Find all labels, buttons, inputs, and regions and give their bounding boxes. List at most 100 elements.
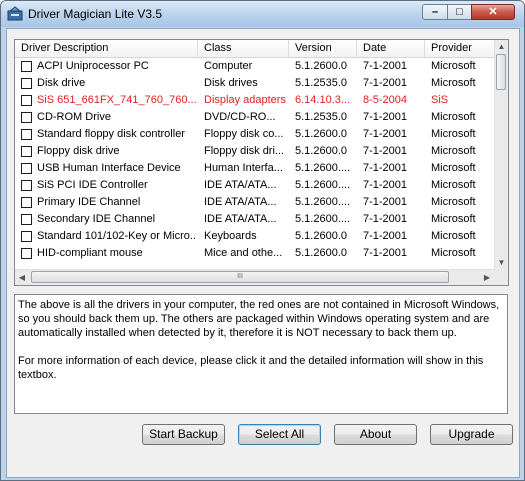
- cell-description: SiS PCI IDE Controller: [37, 179, 148, 191]
- cell-class: IDE ATA/ATA...: [204, 213, 277, 225]
- table-row[interactable]: SiS 651_661FX_741_760_760... Display adap…: [15, 92, 495, 109]
- cell-class: Floppy disk co...: [204, 128, 284, 140]
- cell-provider: Microsoft: [431, 128, 476, 140]
- info-textbox[interactable]: The above is all the drivers in your com…: [14, 294, 508, 414]
- table-row[interactable]: Disk drive Disk drives 5.1.2535.0 7-1-2001 M…: [15, 75, 495, 92]
- table-row[interactable]: ACPI Uniprocessor PC Computer 5.1.2600.0 7-…: [15, 58, 495, 75]
- info-paragraph-2: For more information of each device, ple…: [18, 355, 484, 381]
- cell-date: 7-1-2001: [363, 179, 408, 191]
- upgrade-button[interactable]: Upgrade: [430, 424, 513, 445]
- row-checkbox[interactable]: [21, 129, 32, 140]
- column-header-version[interactable]: Version: [289, 40, 357, 57]
- scroll-down-icon[interactable]: ▼: [495, 256, 508, 269]
- column-header-provider[interactable]: Provider: [425, 40, 495, 57]
- row-checkbox[interactable]: [21, 163, 32, 174]
- app-window: Driver Magician Lite V3.5 – □ ✕ Driver D…: [0, 0, 525, 481]
- cell-date: 7-1-2001: [363, 247, 408, 259]
- table-row[interactable]: Floppy disk drive Floppy disk dri... 5.1.2…: [15, 143, 495, 160]
- cell-class: DVD/CD-RO...: [204, 111, 276, 123]
- cell-description: SiS 651_661FX_741_760_760...: [37, 94, 197, 106]
- app-icon: [7, 6, 23, 21]
- table-row[interactable]: Secondary IDE Channel IDE ATA/ATA... 5.1.2…: [15, 211, 495, 228]
- row-checkbox[interactable]: [21, 248, 32, 259]
- scroll-right-icon[interactable]: ▶: [480, 271, 494, 284]
- start-backup-button[interactable]: Start Backup: [142, 424, 225, 445]
- cell-version: 5.1.2600....: [295, 213, 351, 225]
- cell-description: Standard floppy disk controller: [37, 128, 185, 140]
- cell-version: 5.1.2535.0: [295, 77, 347, 89]
- cell-date: 7-1-2001: [363, 145, 408, 157]
- cell-class: Mice and othe...: [204, 247, 283, 259]
- scroll-up-icon[interactable]: ▲: [495, 40, 508, 53]
- cell-provider: Microsoft: [431, 179, 476, 191]
- cell-class: Keyboards: [204, 230, 257, 242]
- client-area: Driver Description Class Version Date Pr…: [6, 28, 520, 478]
- cell-version: 5.1.2600.0: [295, 247, 347, 259]
- cell-class: Computer: [204, 60, 253, 72]
- table-row[interactable]: CD-ROM Drive DVD/CD-RO... 5.1.2535.0 7-1-20…: [15, 109, 495, 126]
- cell-date: 7-1-2001: [363, 230, 408, 242]
- close-icon: ✕: [488, 6, 498, 18]
- scroll-left-icon[interactable]: ◀: [15, 271, 29, 284]
- table-row[interactable]: Primary IDE Channel IDE ATA/ATA... 5.1.260…: [15, 194, 495, 211]
- cell-provider: Microsoft: [431, 77, 476, 89]
- cell-version: 5.1.2535.0: [295, 111, 347, 123]
- horizontal-scrollbar[interactable]: ◀ III ▶: [15, 269, 494, 285]
- cell-provider: Microsoft: [431, 247, 476, 259]
- maximize-button[interactable]: □: [447, 4, 472, 20]
- row-checkbox[interactable]: [21, 78, 32, 89]
- cell-version: 5.1.2600.0: [295, 230, 347, 242]
- cell-version: 5.1.2600.0: [295, 145, 347, 157]
- scrollbar-corner: [494, 269, 508, 285]
- row-checkbox[interactable]: [21, 180, 32, 191]
- about-button[interactable]: About: [334, 424, 417, 445]
- column-header-description[interactable]: Driver Description: [15, 40, 198, 57]
- minimize-button[interactable]: –: [422, 4, 448, 20]
- row-checkbox[interactable]: [21, 95, 32, 106]
- cell-description: Secondary IDE Channel: [37, 213, 156, 225]
- column-header-class[interactable]: Class: [198, 40, 289, 57]
- cell-description: Standard 101/102-Key or Micro...: [37, 230, 197, 242]
- cell-class: Floppy disk dri...: [204, 145, 285, 157]
- cell-provider: Microsoft: [431, 196, 476, 208]
- row-checkbox[interactable]: [21, 214, 32, 225]
- window-title: Driver Magician Lite V3.5: [28, 7, 163, 21]
- row-checkbox[interactable]: [21, 197, 32, 208]
- cell-provider: Microsoft: [431, 230, 476, 242]
- cell-description: HID-compliant mouse: [37, 247, 143, 259]
- title-bar[interactable]: Driver Magician Lite V3.5 – □ ✕: [1, 1, 524, 27]
- cell-version: 5.1.2600....: [295, 162, 351, 174]
- close-button[interactable]: ✕: [471, 4, 515, 20]
- list-header: Driver Description Class Version Date Pr…: [15, 40, 508, 58]
- column-header-date[interactable]: Date: [357, 40, 425, 57]
- horizontal-scroll-thumb[interactable]: III: [31, 271, 449, 283]
- row-checkbox[interactable]: [21, 231, 32, 242]
- cell-version: 6.14.10.3...: [295, 94, 351, 106]
- cell-provider: Microsoft: [431, 111, 476, 123]
- table-row[interactable]: USB Human Interface Device Human Interfa.…: [15, 160, 495, 177]
- cell-date: 7-1-2001: [363, 77, 408, 89]
- cell-description: USB Human Interface Device: [37, 162, 181, 174]
- cell-class: IDE ATA/ATA...: [204, 179, 277, 191]
- cell-description: Disk drive: [37, 77, 86, 89]
- cell-provider: Microsoft: [431, 60, 476, 72]
- row-checkbox[interactable]: [21, 112, 32, 123]
- cell-provider: Microsoft: [431, 162, 476, 174]
- cell-description: ACPI Uniprocessor PC: [37, 60, 149, 72]
- vertical-scroll-thumb[interactable]: [496, 54, 506, 90]
- maximize-icon: □: [456, 6, 463, 18]
- select-all-button[interactable]: Select All: [238, 424, 321, 445]
- driver-list[interactable]: Driver Description Class Version Date Pr…: [14, 39, 509, 286]
- cell-version: 5.1.2600....: [295, 179, 351, 191]
- cell-class: Disk drives: [204, 77, 258, 89]
- table-row[interactable]: HID-compliant mouse Mice and othe... 5.1.2…: [15, 245, 495, 262]
- row-checkbox[interactable]: [21, 146, 32, 157]
- row-checkbox[interactable]: [21, 61, 32, 72]
- vertical-scrollbar[interactable]: ▲ ▼: [494, 40, 508, 269]
- cell-provider: SiS: [431, 94, 449, 106]
- table-row[interactable]: Standard 101/102-Key or Micro... Keyboard…: [15, 228, 495, 245]
- cell-class: IDE ATA/ATA...: [204, 196, 277, 208]
- cell-provider: Microsoft: [431, 213, 476, 225]
- table-row[interactable]: Standard floppy disk controller Floppy di…: [15, 126, 495, 143]
- table-row[interactable]: SiS PCI IDE Controller IDE ATA/ATA... 5.1.…: [15, 177, 495, 194]
